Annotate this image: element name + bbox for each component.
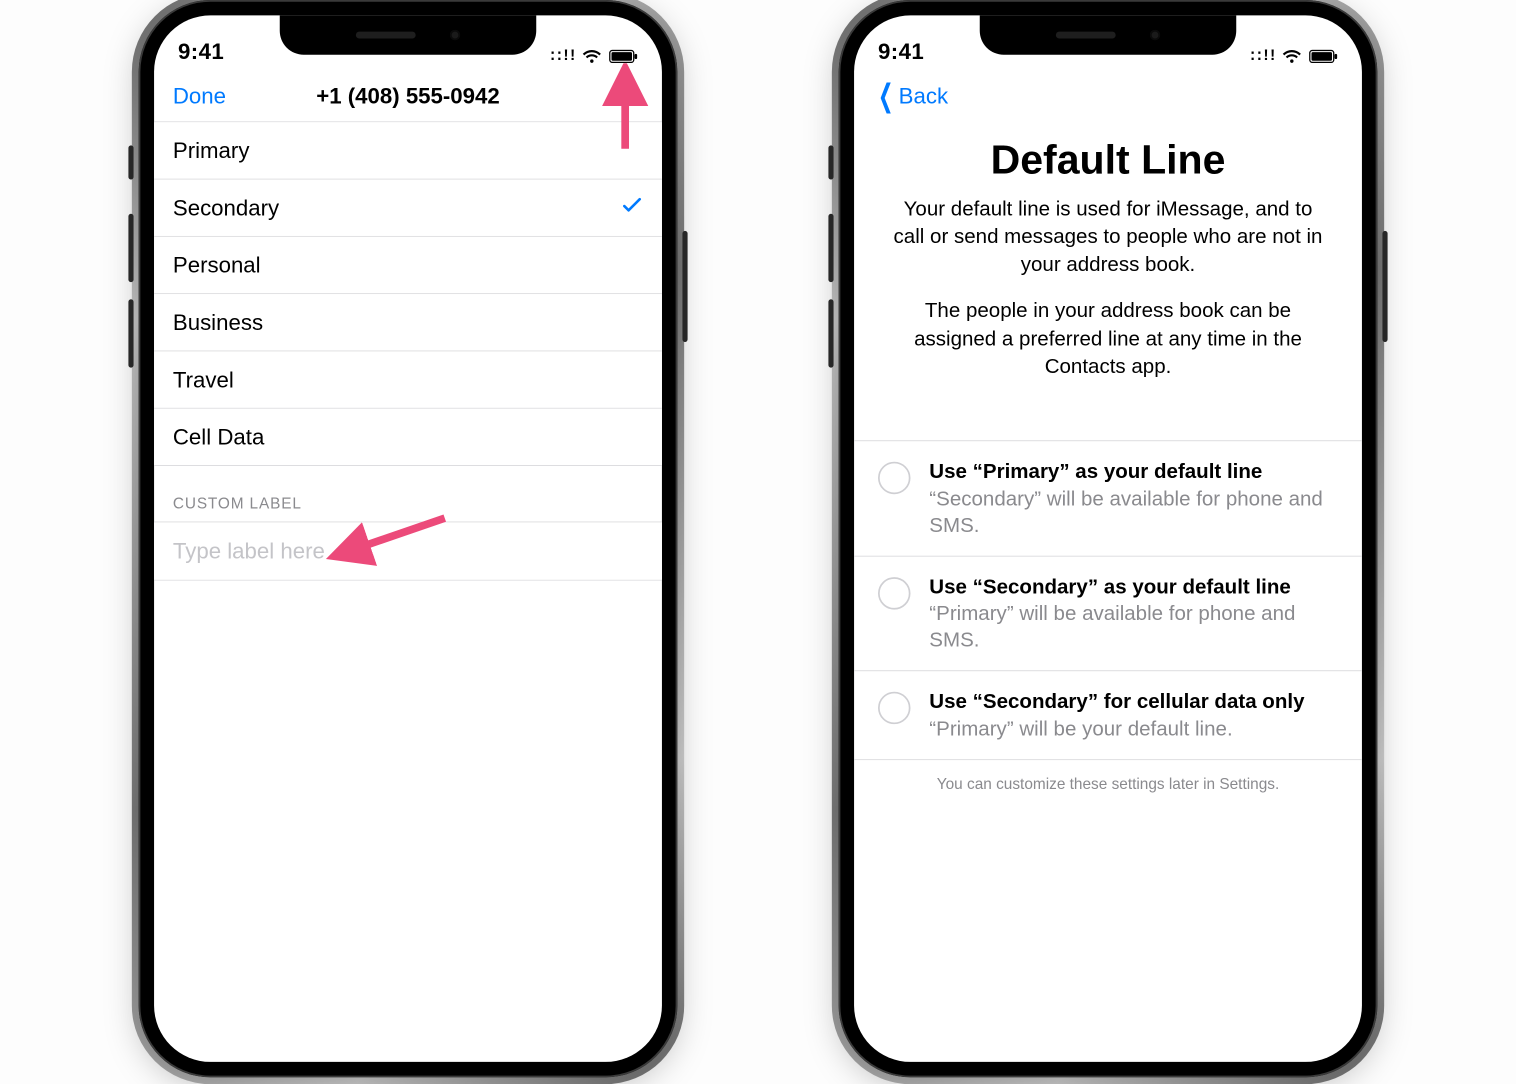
default-line-options: Use “Primary” as your default line “Seco… <box>854 441 1362 760</box>
radio-unchecked-icon <box>878 692 910 724</box>
page-title: Default Line <box>880 137 1337 184</box>
radio-unchecked-icon <box>878 577 910 609</box>
custom-label-input[interactable] <box>154 522 662 579</box>
nav-title: +1 (408) 555-0942 <box>154 83 662 110</box>
option-subtitle: “Primary” will be available for phone an… <box>929 600 1343 653</box>
label-row-travel[interactable]: Travel <box>154 351 662 408</box>
description-2: The people in your address book can be a… <box>892 298 1325 381</box>
status-time: 9:41 <box>178 38 298 65</box>
battery-icon <box>1309 50 1338 64</box>
nav-bar: ❮ Back <box>854 70 1362 121</box>
footnote: You can customize these settings later i… <box>880 775 1337 793</box>
label-text: Secondary <box>173 195 279 222</box>
option-primary-default[interactable]: Use “Primary” as your default line “Seco… <box>854 441 1362 556</box>
label-list: Primary Secondary Personal Business Trav… <box>154 121 662 466</box>
label-row-primary[interactable]: Primary <box>154 122 662 179</box>
label-row-personal[interactable]: Personal <box>154 237 662 294</box>
label-text: Travel <box>173 366 234 393</box>
checkmark-icon <box>621 194 643 222</box>
option-title: Use “Secondary” for cellular data only <box>929 689 1343 716</box>
label-text: Cell Data <box>173 424 264 451</box>
label-row-business[interactable]: Business <box>154 294 662 351</box>
option-title: Use “Primary” as your default line <box>929 459 1343 486</box>
label-row-cell-data[interactable]: Cell Data <box>154 409 662 466</box>
label-text: Business <box>173 309 263 336</box>
back-label: Back <box>899 83 948 110</box>
done-button[interactable]: Done <box>173 83 226 110</box>
wifi-icon <box>582 49 603 64</box>
wifi-icon <box>1282 49 1303 64</box>
label-text: Primary <box>173 137 250 164</box>
radio-unchecked-icon <box>878 462 910 494</box>
label-text: Personal <box>173 252 261 279</box>
option-subtitle: “Primary” will be your default line. <box>929 715 1343 742</box>
custom-label-header: CUSTOM LABEL <box>154 466 662 522</box>
option-title: Use “Secondary” as your default line <box>929 574 1343 601</box>
back-button[interactable]: ❮ Back <box>873 83 948 110</box>
dual-sim-signal-icon: ::!! <box>548 48 575 65</box>
label-row-secondary[interactable]: Secondary <box>154 180 662 237</box>
nav-bar: Done +1 (408) 555-0942 <box>154 70 662 121</box>
battery-icon <box>609 50 638 64</box>
option-secondary-default[interactable]: Use “Secondary” as your default line “Pr… <box>854 556 1362 671</box>
description-1: Your default line is used for iMessage, … <box>892 196 1325 279</box>
done-label: Done <box>173 83 226 110</box>
option-subtitle: “Secondary” will be available for phone … <box>929 485 1343 538</box>
option-secondary-data-only[interactable]: Use “Secondary” for cellular data only “… <box>854 671 1362 760</box>
status-time: 9:41 <box>878 38 998 65</box>
dual-sim-signal-icon: ::!! <box>1248 48 1275 65</box>
